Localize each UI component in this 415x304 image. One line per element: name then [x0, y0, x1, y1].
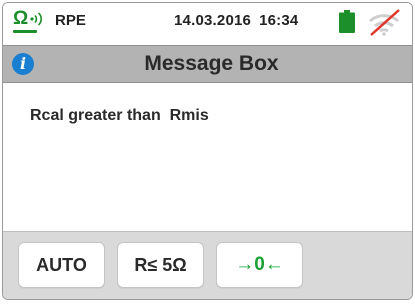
resistance-limit-label: R≤ 5Ω [134, 254, 187, 275]
battery-full-icon [339, 10, 355, 33]
title-bar: i Message Box [3, 45, 412, 83]
zero-calibration-label: →0← [235, 254, 284, 275]
softkey-bar: AUTO R≤ 5Ω →0← [3, 231, 412, 299]
resistance-limit-button[interactable]: R≤ 5Ω [117, 242, 204, 288]
auto-button[interactable]: AUTO [18, 242, 105, 288]
screen-frame: Ω RPE 14.03.2016 16:34 i Message Box Rca… [2, 2, 413, 300]
dialog-title: Message Box [144, 52, 279, 75]
date-time-display: 14.03.2016 16:34 [174, 12, 298, 29]
time-text: 16:34 [259, 12, 299, 29]
measurement-mode-label: RPE [55, 12, 86, 29]
status-bar: Ω RPE 14.03.2016 16:34 [3, 3, 412, 41]
date-text: 14.03.2016 [174, 12, 252, 29]
wifi-off-icon [369, 9, 400, 36]
zero-calibration-button[interactable]: →0← [216, 242, 303, 288]
omega-signal-icon: Ω [13, 9, 51, 33]
auto-button-label: AUTO [36, 254, 87, 275]
message-text: Rcal greater than Rmis [30, 107, 209, 124]
